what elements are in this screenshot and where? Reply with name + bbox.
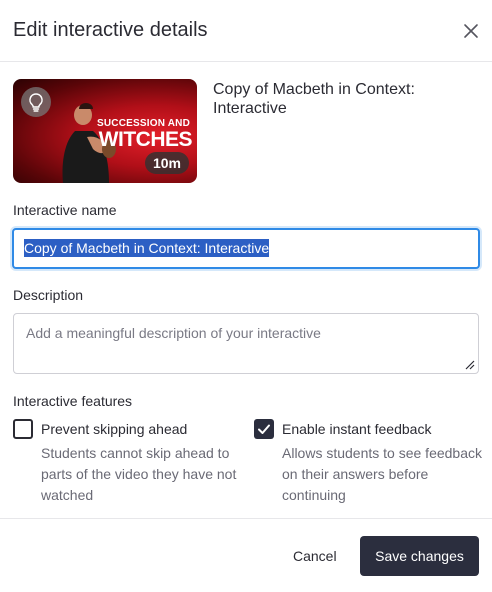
interactive-name-input[interactable]: Copy of Macbeth in Context: Interactive [12, 228, 480, 269]
cancel-button[interactable]: Cancel [293, 548, 337, 564]
dialog-title: Edit interactive details [13, 19, 208, 41]
duration-badge: 10m [144, 152, 189, 174]
interactive-name-label: Interactive name [13, 202, 117, 218]
feature-title: Enable instant feedback [282, 421, 432, 437]
lightbulb-icon [21, 87, 51, 117]
video-title: Copy of Macbeth in Context: Interactive [213, 81, 415, 117]
checkmark-icon [258, 424, 270, 434]
feature-title: Prevent skipping ahead [41, 421, 188, 437]
description-placeholder: Add a meaningful description of your int… [26, 325, 321, 341]
feature-description: Students cannot skip ahead to parts of t… [41, 445, 237, 503]
video-thumbnail: SUCCESSION AND WITCHES 10m [13, 79, 197, 183]
dialog-header: Edit interactive details [0, 0, 492, 62]
description-label: Description [13, 287, 84, 303]
save-changes-button[interactable]: Save changes [360, 536, 479, 576]
selected-text: Copy of Macbeth in Context: Interactive [24, 239, 270, 257]
edit-interactive-dialog: Edit interactive details SUCCESSION AND … [0, 0, 492, 592]
description-textarea[interactable]: Add a meaningful description of your int… [13, 313, 479, 374]
close-icon[interactable] [460, 20, 482, 42]
resize-grip-icon[interactable] [465, 360, 475, 370]
prevent-skipping-checkbox[interactable] [13, 419, 33, 439]
thumbnail-caption-line2: WITCHES [98, 128, 193, 151]
instant-feedback-checkbox[interactable] [254, 419, 274, 439]
feature-description: Allows students to see feedback on their… [282, 445, 483, 503]
features-label: Interactive features [13, 393, 133, 409]
